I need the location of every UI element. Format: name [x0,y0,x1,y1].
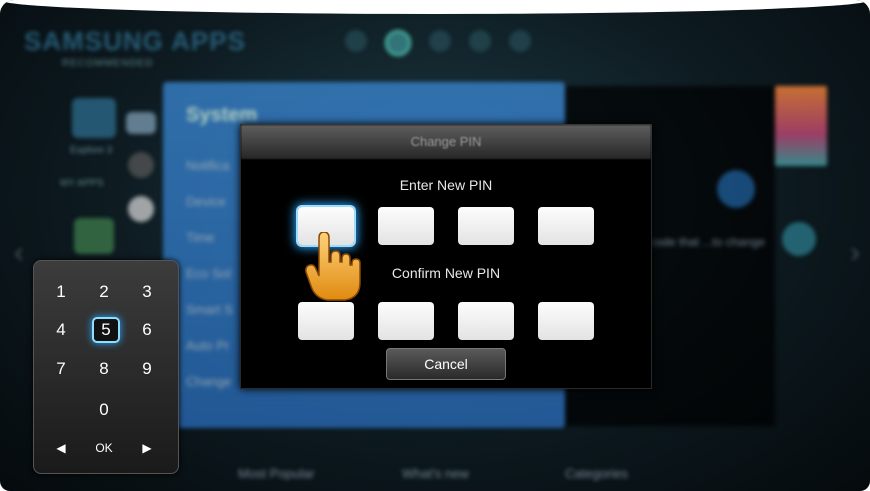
system-item[interactable]: Change [186,374,232,389]
key-4[interactable]: 4 [46,317,76,343]
lock-icon [717,170,755,208]
key-6[interactable]: 6 [132,317,162,343]
enter-pin-digit[interactable] [538,207,594,245]
app-tile[interactable] [74,218,114,254]
left-arrow-icon[interactable]: ◀ [46,435,76,461]
apps-title: SAMSUNG APPS [24,26,246,56]
system-item[interactable]: Device [186,194,226,209]
system-item[interactable]: Smart S [186,302,233,317]
tv-screen: SAMSUNG APPS RECOMMENDED Explore 3 MY AP… [0,0,870,491]
key-8[interactable]: 8 [89,356,119,382]
scroll-left-icon[interactable]: ‹ [14,236,24,270]
system-item[interactable]: Eco Sol [186,266,231,281]
nav-most-popular[interactable]: Most Popular [238,466,315,481]
key-0[interactable]: 0 [89,397,119,423]
top-edge [0,0,870,14]
social-icon[interactable] [509,30,531,52]
numeric-keypad: 1 2 3 4 5 6 7 8 9 0 ◀ OK ▶ [33,260,179,474]
nav-categories[interactable]: Categories [565,466,628,481]
key-9[interactable]: 9 [132,356,162,382]
key-1[interactable]: 1 [46,279,76,305]
explore-label: Explore 3 [70,145,113,156]
cancel-button[interactable]: Cancel [386,348,506,380]
play-icon[interactable] [469,30,491,52]
confirm-pin-digit[interactable] [538,302,594,340]
system-item[interactable]: Time [186,230,214,245]
key-2[interactable]: 2 [89,279,119,305]
myapps-label: MY APPS [60,178,104,189]
enter-pin-digit[interactable] [458,207,514,245]
key-7[interactable]: 7 [46,356,76,382]
change-pin-dialog: Change PIN Enter New PIN Confirm New PIN… [240,124,652,389]
explore-tile[interactable] [72,98,116,138]
confirm-pin-digit[interactable] [458,302,514,340]
confirm-pin-label: Confirm New PIN [391,265,501,281]
top-nav-icons [345,30,531,56]
hand-cursor-icon [305,232,361,301]
app-icon-right[interactable] [782,222,816,256]
key-5[interactable]: 5 [92,317,120,343]
scroll-right-icon[interactable]: › [850,236,860,270]
key-3[interactable]: 3 [132,279,162,305]
games-icon[interactable] [345,30,367,52]
app-tile-right[interactable] [775,86,827,166]
enter-pin-digit[interactable] [378,207,434,245]
right-arrow-icon[interactable]: ▶ [132,435,162,461]
system-item[interactable]: Notifica [186,158,229,173]
nav-whats-new[interactable]: What's new [402,466,469,481]
confirm-pin-digit[interactable] [378,302,434,340]
ok-button[interactable]: OK [89,435,119,461]
app-tile-4[interactable] [128,196,154,222]
cloud-icon[interactable] [429,30,451,52]
dialog-title: Change PIN [241,125,651,159]
app-tile-3[interactable] [128,152,154,178]
app-tile-2[interactable] [126,112,156,134]
confirm-pin-digit[interactable] [298,302,354,340]
apps-icon[interactable] [385,30,411,56]
enter-pin-label: Enter New PIN [399,177,493,193]
recommended-label: RECOMMENDED [62,58,154,69]
system-item[interactable]: Auto Pr [186,338,229,353]
